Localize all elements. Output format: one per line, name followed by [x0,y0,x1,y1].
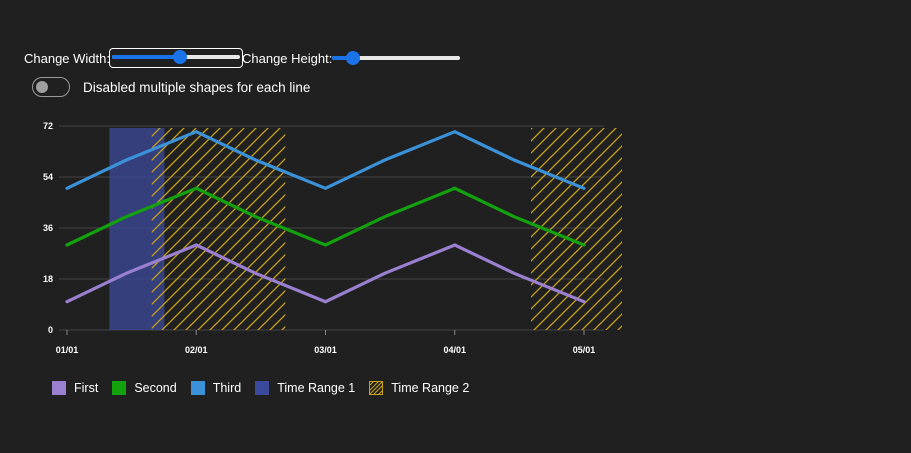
legend-label-time-range-2: Time Range 2 [391,381,470,395]
legend-label-third: Third [212,381,242,395]
x-tick-label-05-01: 05/01 [573,345,596,355]
width-label: Change Width: [24,50,110,66]
time-range-2 [151,128,286,330]
legend-item-time-range-2[interactable]: Time Range 2 [369,381,469,395]
x-tick-label-01-01: 01/01 [56,345,79,355]
legend-item-time-range-1[interactable]: Time Range 1 [255,381,355,395]
x-tick-label-03-01: 03/01 [314,345,337,355]
legend-item-first[interactable]: First [52,381,98,395]
legend-label-second: Second [134,381,177,395]
shapes-toggle-row: Disabled multiple shapes for each line [32,77,310,97]
y-tick-label-18: 18 [43,274,53,284]
legend-item-second[interactable]: Second [112,381,177,395]
height-slider[interactable] [332,50,461,66]
width-slider[interactable] [109,48,243,68]
x-tick-label-02-01: 02/01 [185,345,208,355]
x-axis-ticks: 01/01 02/01 03/01 04/01 05/01 [56,330,596,355]
line-chart: 0 18 36 54 72 01/01 02/01 03/01 04/01 05/01 [43,121,622,355]
y-tick-label-36: 36 [43,223,53,233]
legend-swatch-third [190,381,205,395]
size-controls: Change Width: Change Height: [24,48,461,68]
y-axis-ticks: 0 18 36 54 72 [43,121,53,335]
x-tick-label-04-01: 04/01 [443,345,466,355]
legend-label-first: First [74,381,99,395]
y-tick-label-54: 54 [43,172,53,182]
width-slider-fill [112,55,181,59]
width-slider-thumb[interactable] [173,50,188,64]
height-slider-thumb[interactable] [345,51,360,65]
legend-swatch-time-range-1 [255,381,270,395]
toggle-knob [36,80,48,93]
height-label: Change Height: [242,50,333,66]
y-tick-label-0: 0 [48,325,53,335]
legend-label-time-range-1: Time Range 1 [277,381,356,395]
shapes-toggle[interactable] [32,77,70,97]
legend-swatch-first [52,381,66,395]
legend: First Second Third Time Range 1 Time Ran… [52,381,483,395]
y-tick-label-72: 72 [43,121,53,131]
legend-swatch-time-range-2 [369,381,384,395]
toggle-label: Disabled multiple shapes for each line [83,79,311,95]
legend-swatch-second [112,381,127,395]
legend-item-third[interactable]: Third [190,381,242,395]
